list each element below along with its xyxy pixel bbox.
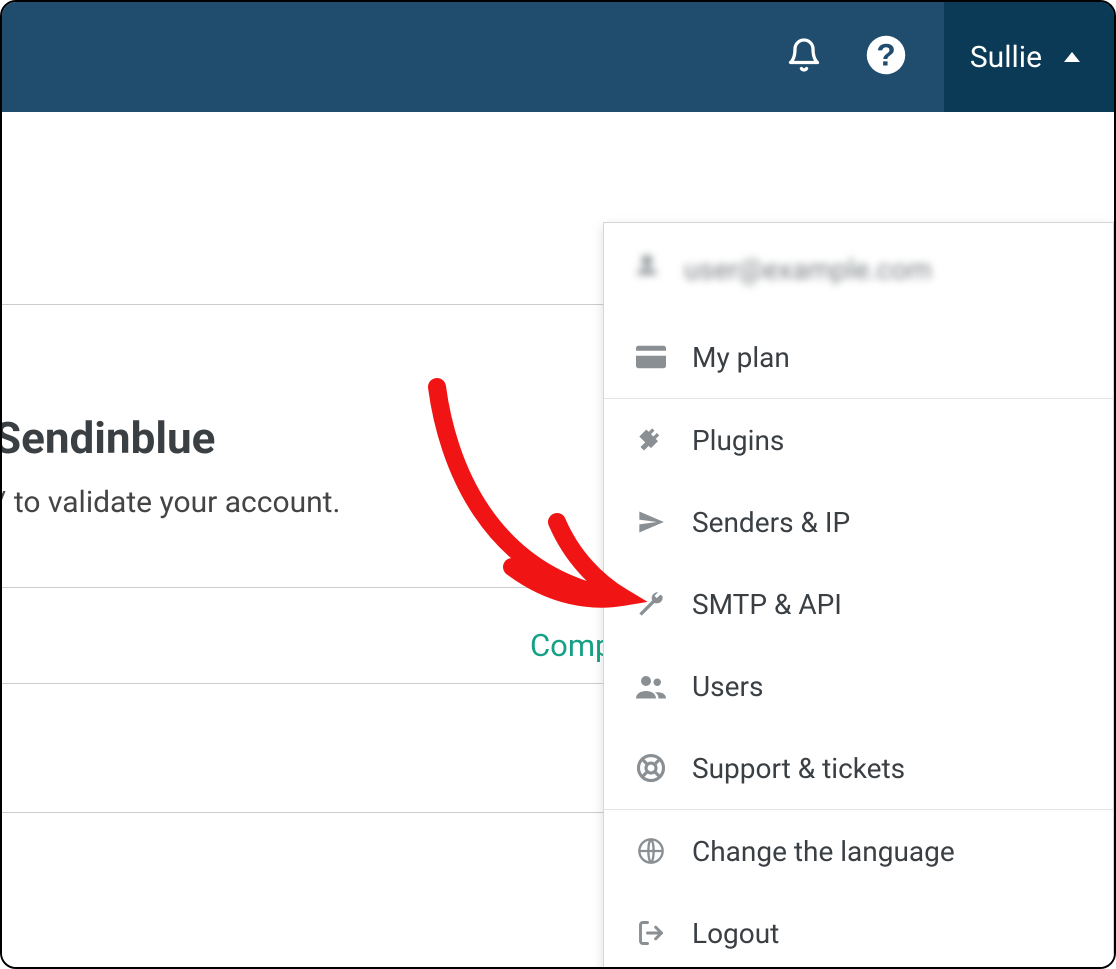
dropdown-user-email-text: user@example.com	[684, 253, 932, 286]
menu-item-label: Support & tickets	[692, 752, 905, 785]
life-ring-icon	[634, 751, 668, 785]
user-menu-button[interactable]: Sullie	[944, 2, 1114, 112]
bell-icon	[786, 35, 822, 79]
logout-icon	[634, 916, 668, 950]
menu-item-change-language[interactable]: Change the language	[604, 810, 1113, 892]
menu-item-label: Plugins	[692, 424, 784, 457]
menu-item-senders-ip[interactable]: Senders & IP	[604, 481, 1113, 563]
menu-item-label: Senders & IP	[692, 506, 850, 539]
menu-item-users[interactable]: Users	[604, 645, 1113, 727]
menu-item-label: SMTP & API	[692, 588, 842, 621]
content-area: Sendinblue / to validate your account. C…	[2, 112, 1114, 967]
menu-item-label: Logout	[692, 917, 779, 950]
menu-item-label: Users	[692, 670, 763, 703]
dropdown-user-email: user@example.com	[604, 223, 1113, 316]
users-icon	[634, 669, 668, 703]
complete-link-partial[interactable]: Comp	[530, 627, 612, 664]
menu-item-my-plan[interactable]: My plan	[604, 316, 1113, 398]
user-dropdown-menu: user@example.com My plan Plugins Sen	[603, 222, 1114, 969]
credit-card-icon	[634, 340, 668, 374]
notifications-button[interactable]	[780, 33, 828, 81]
page-heading: Sendinblue	[0, 412, 215, 464]
menu-item-logout[interactable]: Logout	[604, 892, 1113, 969]
help-icon: ?	[865, 34, 907, 80]
menu-item-label: Change the language	[692, 835, 955, 868]
caret-up-icon	[1064, 52, 1080, 62]
menu-item-support-tickets[interactable]: Support & tickets	[604, 727, 1113, 809]
menu-item-label: My plan	[692, 341, 790, 374]
help-button[interactable]: ?	[862, 33, 910, 81]
page-subtext: / to validate your account.	[0, 485, 340, 520]
user-icon	[634, 253, 660, 286]
plug-icon	[634, 423, 668, 457]
wrench-icon	[634, 587, 668, 621]
user-menu-label: Sullie	[970, 40, 1042, 75]
svg-text:?: ?	[876, 37, 895, 73]
paper-plane-icon	[634, 505, 668, 539]
menu-item-plugins[interactable]: Plugins	[604, 399, 1113, 481]
menu-item-smtp-api[interactable]: SMTP & API	[604, 563, 1113, 645]
globe-icon	[634, 834, 668, 868]
header-bar: ? Sullie	[2, 2, 1114, 112]
